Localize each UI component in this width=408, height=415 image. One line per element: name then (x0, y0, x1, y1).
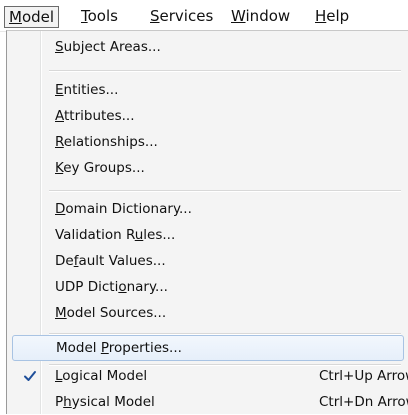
menu-item-physical-model[interactable]: Physical Model (55, 389, 155, 415)
menu-item-domain-dictionary[interactable]: Domain Dictionary... (55, 196, 192, 222)
menu-item-entities[interactable]: Entities... (55, 77, 118, 103)
menu-item-key-groups[interactable]: Key Groups... (55, 155, 145, 181)
menu-item-logical-model[interactable]: Logical Model (55, 363, 147, 389)
menu-item-udp-dictionary[interactable]: UDP Dictionary... (55, 274, 168, 300)
menu-item-model-sources[interactable]: Model Sources... (55, 300, 166, 326)
menu-window[interactable]: Window (227, 6, 294, 28)
menu-item-attributes[interactable]: Attributes... (55, 103, 135, 129)
menu-item-subject-areas[interactable]: Subject Areas... (55, 34, 161, 60)
menu-item-default-values[interactable]: Default Values... (55, 248, 166, 274)
menu-item-validation-rules[interactable]: Validation Rules... (55, 222, 175, 248)
menu-item-model-properties[interactable]: Model Properties... (12, 335, 404, 361)
checkmark-icon (24, 371, 36, 381)
menu-bar: Model Tools Services Window Help (0, 0, 408, 32)
menu-item-relationships[interactable]: Relationships... (55, 129, 158, 155)
menu-tools[interactable]: Tools (77, 6, 122, 28)
menu-help[interactable]: Help (311, 6, 353, 28)
menu-model[interactable]: Model (4, 6, 60, 28)
menu-services[interactable]: Services (146, 6, 217, 28)
model-dropdown-menu: Subject Areas... Entities... Attributes.… (6, 30, 408, 414)
menu-separator (49, 70, 401, 72)
shortcut-physical-model: Ctrl+Dn Arrow (319, 394, 408, 410)
shortcut-logical-model: Ctrl+Up Arrow (319, 368, 408, 384)
menu-separator (49, 190, 401, 192)
